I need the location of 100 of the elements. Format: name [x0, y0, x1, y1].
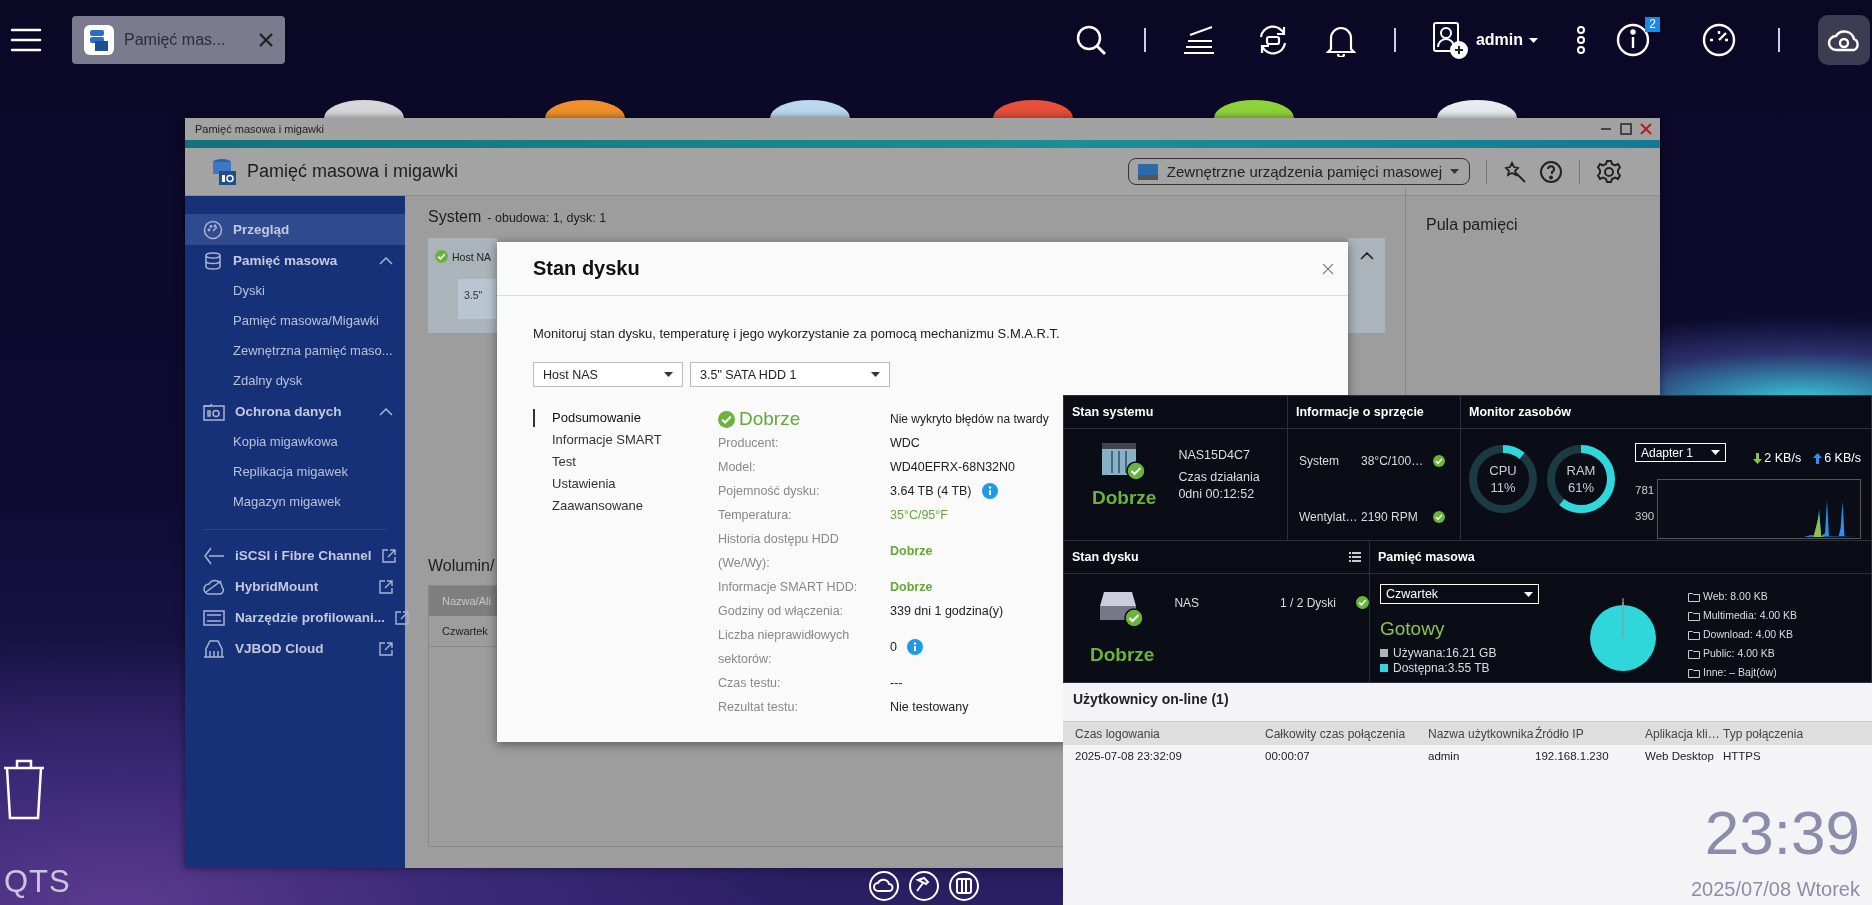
nav-tab[interactable]: Zaawansowane: [533, 495, 718, 517]
sidebar-item[interactable]: Ochrona danych: [185, 396, 405, 427]
info-icon[interactable]: [1616, 23, 1650, 57]
menu-icon[interactable]: [10, 27, 42, 53]
external-link-icon[interactable]: [379, 579, 393, 594]
column-header[interactable]: Nazwa użytkownika: [1428, 726, 1535, 741]
folder-size: 4.00 KB: [1759, 607, 1798, 623]
cloud-button[interactable]: [1818, 15, 1870, 65]
check-icon: [718, 410, 735, 428]
sidebar-subitem[interactable]: Zewnętrzna pamięć maso...: [185, 336, 405, 366]
maximize-icon[interactable]: [1620, 123, 1632, 135]
cloud-icon[interactable]: [868, 870, 900, 902]
column-header[interactable]: Czas logowania: [1075, 726, 1265, 741]
table-cell-text: HTTPS: [1723, 750, 1762, 762]
user-icon[interactable]: [1431, 21, 1468, 59]
help-icon[interactable]: [1539, 159, 1563, 184]
more-icon[interactable]: [1576, 26, 1586, 54]
database-icon: [203, 250, 223, 271]
field-value: 35°C/95°F: [890, 507, 948, 524]
field-value: Nie testowany: [890, 699, 969, 716]
column-header[interactable]: Źródło IP: [1535, 726, 1645, 741]
sidebar-item[interactable]: VJBOD Cloud: [185, 633, 405, 664]
folder-icon: [1688, 629, 1700, 640]
select-dropdown[interactable]: 3.5" SATA HDD 1: [690, 362, 890, 387]
book-icon[interactable]: [948, 870, 980, 902]
gauge-icon[interactable]: [1702, 23, 1736, 57]
folder-size: 4.00 KB: [1755, 626, 1793, 642]
disk-slot[interactable]: 3.5": [458, 279, 496, 319]
legend-label: Dostępna:3.55 TB: [1393, 661, 1490, 675]
sidebar-subitem[interactable]: Kopia migawkowa: [185, 427, 405, 457]
notification-badge: 2: [1645, 17, 1660, 32]
sidebar-item[interactable]: Przegląd: [185, 214, 405, 245]
select-dropdown[interactable]: Host NAS: [533, 362, 683, 387]
sidebar-subitem[interactable]: Magazyn migawek: [185, 487, 405, 517]
panel-title: Informacje o sprzęcie: [1296, 405, 1424, 419]
status-text: Dobrze: [1090, 644, 1155, 666]
caret-icon: [1711, 450, 1720, 455]
app-title: Pamięć masowa i migawki: [247, 161, 460, 182]
sidebar-subitem[interactable]: Replikacja migawek: [185, 457, 405, 487]
chevron-up-icon[interactable]: [1359, 252, 1374, 260]
field-label: Temperatura:: [718, 507, 793, 524]
chevron-up-icon[interactable]: [379, 407, 393, 416]
close-icon[interactable]: [259, 33, 273, 47]
check-icon: [1433, 454, 1445, 467]
user-name[interactable]: admin: [1475, 31, 1523, 49]
status-text: Dobrze: [739, 407, 801, 431]
arrow-icon: [203, 545, 225, 566]
external-link-icon[interactable]: [381, 548, 396, 563]
field-value: Dobrze: [890, 579, 933, 596]
external-link-icon[interactable]: [395, 610, 410, 625]
trash-icon[interactable]: [2, 758, 46, 820]
nav-tab[interactable]: Test: [533, 451, 718, 473]
column-header[interactable]: Aplikacja kli…: [1645, 726, 1723, 741]
table-cell-text: 2025-07-08 23:32:09: [1075, 750, 1183, 762]
sidebar-item[interactable]: iSCSI i Fibre Channel: [185, 540, 405, 571]
column-header[interactable]: Typ połączenia: [1723, 726, 1872, 741]
cloud-icon: [203, 577, 225, 596]
qts-logo: QTS: [4, 864, 71, 900]
sidebar-item[interactable]: HybridMount: [185, 571, 405, 602]
sensor-value: 2190 RPM: [1361, 509, 1419, 524]
download-speed: 2 KB/s: [1764, 451, 1802, 465]
storage-app-icon: [211, 157, 237, 186]
close-icon[interactable]: [1322, 262, 1334, 275]
device-name: NAS: [1174, 595, 1201, 612]
clock-time: 23:39: [1704, 800, 1860, 866]
sidebar-subitem[interactable]: Pamięć masowa/Migawki: [185, 306, 405, 336]
column-header[interactable]: Całkowity czas połączenia: [1265, 726, 1428, 741]
gauge-reading: 11%: [1490, 479, 1516, 496]
chevron-up-icon[interactable]: [379, 256, 393, 265]
volume-dropdown[interactable]: Czwartek: [1380, 584, 1539, 604]
nav-tab[interactable]: Informacje SMART: [533, 429, 718, 451]
description-text: Monitoruj stan dysku, temperaturę i jego wykorzystanie za pomocą mechanizmu S.M.A.R.T.: [533, 326, 1061, 341]
table-cell-text: admin: [1428, 750, 1461, 762]
tasks-icon[interactable]: [1181, 25, 1216, 55]
panel-title: Użytkownicy on-line (1): [1072, 690, 1230, 709]
sidebar-item[interactable]: Pamięć masowa: [185, 245, 405, 276]
check-icon: [1433, 510, 1445, 523]
nav-tab[interactable]: Ustawienia: [533, 473, 718, 495]
cloud-icon: [1827, 27, 1861, 53]
external-link-icon[interactable]: [379, 641, 393, 656]
drive-icon: [1136, 162, 1159, 181]
wand-icon[interactable]: [1503, 159, 1527, 184]
field-value: 3.64 TB (4 TB): [890, 483, 972, 500]
section-title: System: [428, 208, 482, 226]
folder-size: – Bajt(ów): [1729, 664, 1777, 680]
external-devices-dropdown[interactable]: Zewnętrzne urządzenia pamięci masowej: [1127, 158, 1470, 185]
close-icon[interactable]: [1640, 123, 1652, 135]
field-value: ---: [890, 675, 903, 692]
hammer-icon[interactable]: [908, 870, 940, 902]
sidebar-subitem[interactable]: Dyski: [185, 276, 405, 306]
list-icon[interactable]: [1349, 552, 1361, 562]
sidebar-subitem[interactable]: Zdalny dysk: [185, 366, 405, 396]
folder-name: Inne:: [1703, 664, 1727, 680]
adapter-dropdown[interactable]: Adapter 1: [1635, 443, 1726, 462]
sidebar-item[interactable]: Narzędzie profilowani...: [185, 602, 405, 633]
enclosure-card[interactable]: Host NA 3.5": [428, 238, 497, 333]
settings-icon[interactable]: [1596, 158, 1622, 185]
folder-name: Download:: [1703, 626, 1753, 642]
field-value: WDC: [890, 435, 920, 452]
folder-name: Multimedia:: [1703, 607, 1757, 623]
